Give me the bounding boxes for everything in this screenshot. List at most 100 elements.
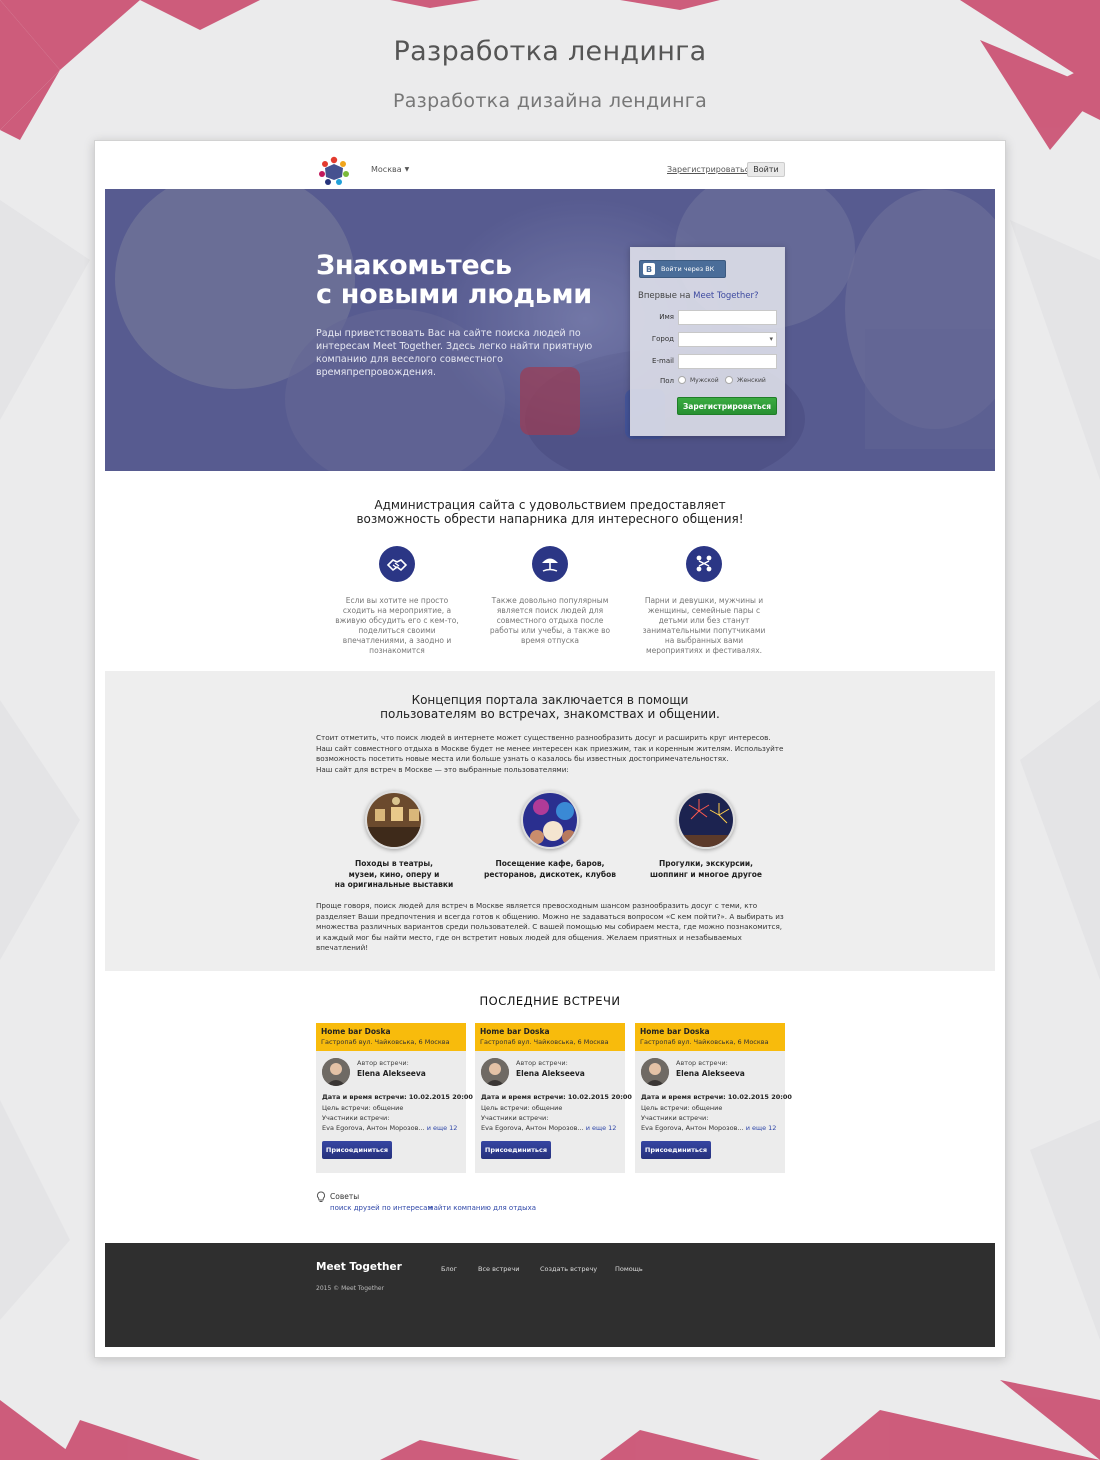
join-button[interactable]: Присоединиться: [481, 1141, 551, 1159]
place-line: на оригинальные выставки: [334, 880, 454, 889]
place-text: Походы в театры, музеи, кино, оперу и на…: [319, 859, 469, 891]
feature-item: Если вы хотите не просто сходить на меро…: [332, 546, 462, 656]
datetime-label: Дата и время встречи:: [641, 1093, 726, 1101]
city-selector[interactable]: Москва ▼: [371, 165, 409, 174]
handshake-icon: [379, 546, 415, 582]
vk-login-label: Войти через ВК: [661, 265, 715, 273]
meeting-datetime: Дата и время встречи: 10.02.2015 20:00: [322, 1093, 473, 1101]
feature-text: Также довольно популярным является поиск…: [489, 596, 611, 645]
meeting-place[interactable]: Home bar Doska: [640, 1027, 780, 1037]
place-text: Прогулки, экскурсии, шоппинг и многое др…: [631, 859, 781, 880]
landing-preview-frame: Москва ▼ Зарегистрироваться Войти Знаком…: [94, 140, 1006, 1358]
meeting-goal: Цель встречи: общение: [481, 1104, 563, 1112]
participants-label: Участники встречи:: [322, 1114, 390, 1122]
intro-heading: Администрация сайта с удовольствием пред…: [105, 498, 995, 526]
hero-title: Знакомьтесь с новыми людьми: [316, 251, 636, 309]
participants-list: Eva Egorova, Антон Морозов... и еще 12: [641, 1124, 776, 1132]
place-line: ресторанов, дискотек, клубов: [484, 869, 616, 879]
intro-section: Администрация сайта с удовольствием пред…: [105, 471, 995, 671]
login-button[interactable]: Войти: [747, 162, 785, 177]
meeting-datetime: Дата и время встречи: 10.02.2015 20:00: [481, 1093, 632, 1101]
gender-female-radio[interactable]: Женский: [725, 376, 766, 384]
hero-description: Рады приветствовать Вас на сайте поиска …: [316, 328, 593, 378]
participants-list: Eva Egorova, Антон Морозов... и еще 12: [481, 1124, 616, 1132]
avatar[interactable]: [322, 1058, 350, 1086]
participants-more-link[interactable]: и еще 12: [746, 1124, 777, 1132]
place-item: Прогулки, экскурсии, шоппинг и многое др…: [631, 791, 781, 880]
place-line: Посещение кафе, баров,: [495, 859, 605, 868]
author-label: Автор встречи:: [516, 1059, 568, 1067]
meeting-datetime: Дата и время встречи: 10.02.2015 20:00: [641, 1093, 792, 1101]
author-label: Автор встречи:: [676, 1059, 728, 1067]
concept-heading-line1: Концепция портала заключается в помощи: [411, 693, 689, 707]
gender-row: Пол Мужской Женский: [631, 376, 786, 388]
registration-form: B Войти через ВК Впервые на Meet Togethe…: [630, 247, 785, 436]
fireworks-photo: [677, 791, 735, 849]
participants-more-link[interactable]: и еще 12: [427, 1124, 458, 1132]
place-item: Походы в театры, музеи, кино, оперу и на…: [319, 791, 469, 891]
meeting-card-header: Home bar Doska Гастропаб вул. Чайковська…: [475, 1023, 625, 1051]
gender-female-label: Женский: [737, 376, 766, 384]
meeting-place[interactable]: Home bar Doska: [480, 1027, 620, 1037]
people-circle-logo[interactable]: [317, 155, 351, 187]
gender-male-radio[interactable]: Мужской: [678, 376, 719, 384]
concept-paragraph2: Наш сайт совместного отдыха в Москве буд…: [316, 743, 784, 764]
email-label: E-mail: [652, 357, 674, 365]
intro-heading-line1: Администрация сайта с удовольствием пред…: [374, 498, 726, 512]
place-line: музеи, кино, оперу и: [348, 869, 440, 879]
footer-brand[interactable]: Meet Together: [316, 1261, 402, 1273]
place-item: Посещение кафе, баров, ресторанов, диско…: [475, 791, 625, 880]
meeting-card: Home bar Doska Гастропаб вул. Чайковська…: [635, 1023, 792, 1173]
hero-title-line2: с новыми людьми: [316, 279, 592, 310]
email-field[interactable]: [678, 354, 777, 369]
hero-section: Знакомьтесь с новыми людьми Рады приветс…: [105, 189, 995, 471]
footer-link-all-meetings[interactable]: Все встречи: [478, 1265, 519, 1273]
footer-link-create-meeting[interactable]: Создать встречу: [540, 1265, 597, 1273]
meetings-section: ПОСЛЕДНИЕ ВСТРЕЧИ Home bar Doska Гастроп…: [105, 971, 995, 1243]
footer-link-blog[interactable]: Блог: [441, 1265, 457, 1273]
datetime-label: Дата и время встречи:: [481, 1093, 566, 1101]
vk-login-button[interactable]: B Войти через ВК: [639, 260, 726, 278]
lightbulb-icon: [316, 1191, 326, 1202]
tip-link[interactable]: найти компанию для отдыха: [429, 1204, 536, 1212]
radio-icon: [678, 376, 686, 384]
author-name[interactable]: Elena Alekseeva: [676, 1069, 745, 1078]
place-line: Походы в театры,: [354, 859, 434, 868]
register-link[interactable]: Зарегистрироваться: [667, 165, 754, 174]
join-button[interactable]: Присоединиться: [641, 1141, 711, 1159]
meeting-goal: Цель встречи: общение: [322, 1104, 404, 1112]
city-select[interactable]: [678, 332, 777, 347]
name-label: Имя: [659, 313, 674, 321]
city-label: Москва: [371, 165, 402, 174]
participants-list: Eva Egorova, Антон Морозов... и еще 12: [322, 1124, 457, 1132]
meeting-place[interactable]: Home bar Doska: [321, 1027, 461, 1037]
name-field[interactable]: [678, 310, 777, 325]
footer-link-help[interactable]: Помощь: [615, 1265, 643, 1273]
gallery-photo: [365, 791, 423, 849]
meeting-address: Гастропаб вул. Чайковська, 6 Москва: [321, 1038, 450, 1046]
avatar[interactable]: [641, 1058, 669, 1086]
join-button[interactable]: Присоединиться: [322, 1141, 392, 1159]
people-network-icon: [686, 546, 722, 582]
party-photo: [521, 791, 579, 849]
concept-closing: Проще говоря, поиск людей для встреч в М…: [316, 901, 784, 952]
place-line: шоппинг и многое другое: [649, 869, 763, 879]
datetime-value: 10.02.2015 20:00: [408, 1093, 473, 1101]
participants-more-link[interactable]: и еще 12: [586, 1124, 617, 1132]
showcase-title: Разработка лендинга: [393, 36, 707, 67]
gender-male-label: Мужской: [690, 376, 719, 384]
gender-label: Пол: [659, 377, 674, 385]
tip-link[interactable]: поиск друзей по интересам: [330, 1204, 433, 1212]
author-name[interactable]: Elena Alekseeva: [357, 1069, 426, 1078]
avatar[interactable]: [481, 1058, 509, 1086]
concept-paragraph: Стоит отметить, что поиск людей в интерн…: [316, 733, 786, 775]
feature-text: Если вы хотите не просто сходить на меро…: [335, 596, 459, 655]
author-name[interactable]: Elena Alekseeva: [516, 1069, 585, 1078]
concept-heading-line2: пользователям во встречах, знакомствах и…: [380, 707, 720, 721]
datetime-label: Дата и время встречи:: [322, 1093, 407, 1101]
register-submit-button[interactable]: Зарегистрироваться: [677, 397, 777, 415]
intro-heading-line2: возможность обрести напарника для интере…: [356, 512, 744, 526]
datetime-value: 10.02.2015 20:00: [727, 1093, 792, 1101]
tips-title: Советы: [330, 1192, 360, 1201]
showcase-subtitle: Разработка дизайна лендинга: [392, 90, 708, 112]
